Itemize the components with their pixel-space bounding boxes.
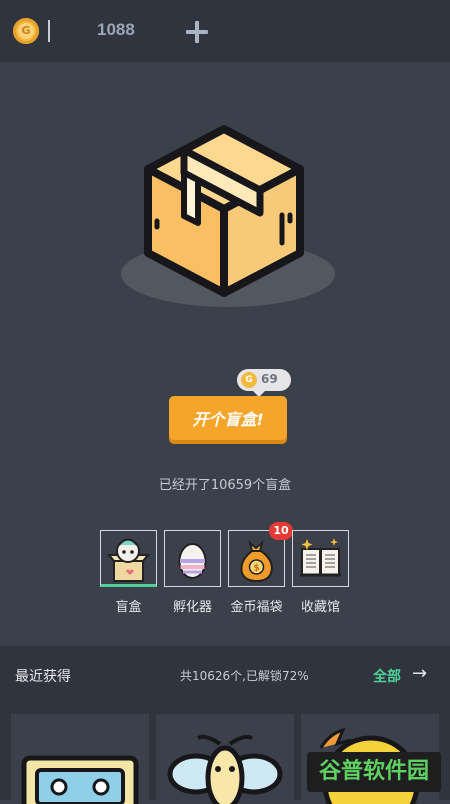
recent-item-card[interactable] xyxy=(156,714,294,804)
tab-blind-box[interactable]: 盲盒 xyxy=(100,530,157,615)
tab-collection[interactable]: 收藏馆 xyxy=(292,530,349,615)
open-book-icon xyxy=(300,538,341,577)
price-value: 69 xyxy=(261,372,278,386)
coin-balance: 1088 xyxy=(97,20,135,39)
coin-icon: G xyxy=(13,18,39,44)
tab-tile[interactable] xyxy=(164,530,221,587)
arrow-right-icon[interactable]: → xyxy=(412,663,427,684)
section-title: 最近获得 xyxy=(15,669,71,685)
open-blind-box-button[interactable]: 开个盲盒! xyxy=(169,396,287,440)
watermark-logo: 谷普软件园 xyxy=(307,752,441,792)
tab-tile[interactable] xyxy=(292,530,349,587)
recent-section-header: 最近获得 共10626个,已解锁72% 全部 → xyxy=(0,646,450,702)
view-all-link[interactable]: 全部 xyxy=(373,666,401,686)
divider xyxy=(48,20,50,42)
tab-coin-bag[interactable]: $ 10 金币福袋 xyxy=(228,522,293,615)
plus-icon[interactable] xyxy=(186,21,208,43)
blind-box-character-icon xyxy=(106,538,151,582)
cassette-tape-icon xyxy=(21,755,139,804)
egg-icon xyxy=(178,543,207,579)
tab-incubator[interactable]: 孵化器 xyxy=(164,530,221,615)
price-tag: G 69 xyxy=(237,369,291,397)
notification-badge: 10 xyxy=(269,522,293,540)
opened-count-text: 已经开了10659个盲盒 xyxy=(158,478,292,493)
top-bar: G 1088 xyxy=(0,0,450,62)
tab-tile[interactable] xyxy=(100,530,157,587)
bee-icon xyxy=(167,734,283,804)
tab-label: 收藏馆 xyxy=(300,600,340,615)
coin-symbol: G xyxy=(18,23,34,39)
recent-item-card[interactable] xyxy=(11,714,149,804)
collection-stats: 共10626个,已解锁72% xyxy=(180,669,309,683)
cardboard-box-icon[interactable] xyxy=(140,123,308,299)
coin-icon: G xyxy=(241,372,257,388)
svg-text:$: $ xyxy=(253,564,259,574)
